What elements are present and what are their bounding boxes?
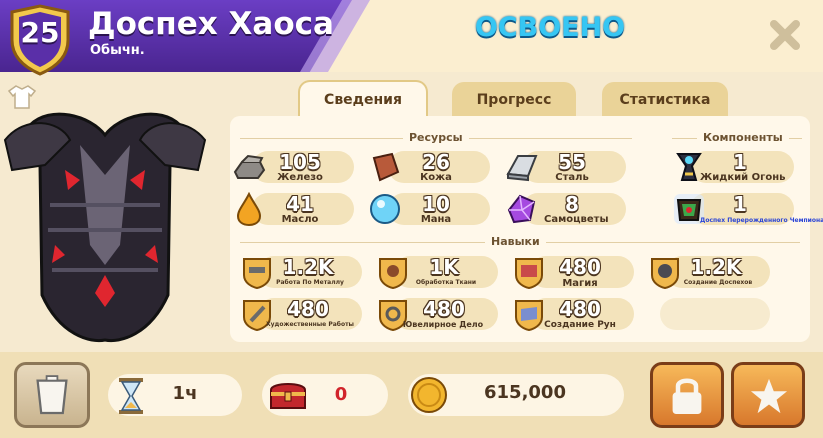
tab-details[interactable]: Сведения — [298, 80, 428, 120]
hourglass-icon — [119, 378, 143, 414]
components-heading: Компоненты — [697, 131, 789, 144]
mana-icon — [370, 194, 400, 224]
chest-count: 0 — [334, 384, 348, 405]
leather-icon — [372, 152, 400, 182]
discard-button[interactable] — [14, 362, 90, 428]
tab-progress[interactable]: Прогресс — [452, 82, 576, 116]
item-level: 25 — [20, 16, 60, 49]
favorite-button[interactable] — [731, 362, 805, 428]
skills-heading: Навыки — [485, 235, 546, 248]
close-icon[interactable] — [768, 18, 802, 52]
craft-time: 1ч — [172, 383, 198, 404]
chaos-armor-artwork — [3, 112, 207, 343]
iron-icon — [233, 154, 266, 179]
star-icon — [750, 378, 788, 414]
item-detail-window: 25 Доспех Хаоса Обычн. ОСВОЕНО Сведения … — [0, 0, 823, 438]
trash-icon — [36, 375, 68, 415]
oil-icon — [236, 192, 262, 226]
steel-icon — [506, 155, 538, 182]
mastered-status: ОСВОЕНО — [474, 12, 626, 43]
lock-icon — [672, 378, 702, 414]
magic-skill-icon — [515, 258, 543, 289]
resources-heading: Ресурсы — [403, 131, 469, 144]
item-title: Доспех Хаоса — [88, 6, 334, 42]
gems-icon — [507, 194, 536, 224]
item-price: 615,000 — [484, 382, 566, 403]
item-rarity: Обычн. — [90, 43, 145, 58]
tab-statistics[interactable]: Статистика — [602, 82, 728, 116]
lock-button[interactable] — [650, 362, 724, 428]
skill-slot-empty — [660, 298, 770, 330]
chest-icon — [270, 383, 306, 409]
gold-coin-icon — [411, 377, 447, 413]
